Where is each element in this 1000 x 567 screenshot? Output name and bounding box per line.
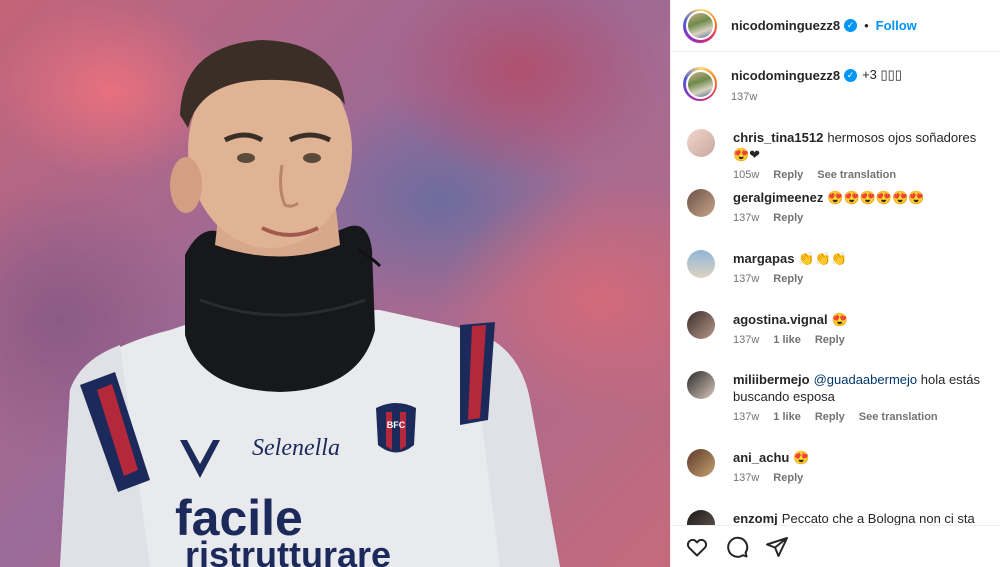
follow-button[interactable]: Follow (876, 18, 917, 33)
comment-text: 😍😍😍😍😍😍 (827, 190, 925, 205)
commenter-avatar[interactable] (687, 129, 715, 157)
like-count[interactable]: 1 like (773, 409, 801, 426)
author-avatar[interactable] (683, 8, 717, 43)
reply-button[interactable]: Reply (773, 210, 803, 227)
comment-item: ani_achu 😍 137w Reply (687, 449, 993, 487)
post-caption: nicodominguezz8 ✓ +3 ▯▯▯ 137w (683, 67, 902, 103)
commenter-avatar[interactable] (687, 449, 715, 477)
see-translation-button[interactable]: See translation (817, 167, 896, 184)
reply-button[interactable]: Reply (773, 271, 803, 288)
share-icon[interactable] (765, 535, 789, 559)
heart-icon[interactable] (685, 535, 709, 559)
sponsor-text: Selenella (252, 435, 340, 461)
comment-icon[interactable] (725, 535, 749, 559)
caption-avatar[interactable] (683, 67, 717, 101)
comment-time[interactable]: 137w (733, 409, 759, 426)
comment-username[interactable]: enzomj (733, 511, 778, 525)
caption-text: +3 ▯▯▯ (862, 67, 902, 82)
comment-text: 👏👏👏 (798, 251, 847, 266)
reply-button[interactable]: Reply (815, 332, 845, 349)
comment-username[interactable]: ani_achu (733, 450, 789, 465)
comment-item: enzomjPeccato che a Bologna non ci sta d… (687, 510, 993, 525)
commenter-avatar[interactable] (687, 510, 715, 525)
comment-time[interactable]: 137w (733, 271, 759, 288)
comments-list[interactable]: nicodominguezz8 ✓ +3 ▯▯▯ 137w chris_tina… (671, 53, 1000, 525)
post-actions-bar (671, 525, 1000, 567)
comment-item: chris_tina1512 hermosos ojos soñadores 😍❤… (687, 129, 993, 184)
front-print-line2: ristrutturare (185, 534, 391, 567)
reply-button[interactable]: Reply (773, 470, 803, 487)
reply-button[interactable]: Reply (773, 167, 803, 184)
caption-time[interactable]: 137w (731, 91, 757, 103)
commenter-avatar[interactable] (687, 311, 715, 339)
comment-time[interactable]: 137w (733, 210, 759, 227)
post-header: nicodominguezz8 ✓ • Follow (671, 0, 1000, 52)
separator-dot: • (864, 18, 869, 33)
comment-time[interactable]: 137w (733, 332, 759, 349)
author-username[interactable]: nicodominguezz8 (731, 18, 840, 33)
comment-time[interactable]: 105w (733, 167, 759, 184)
player-illustration: BFC Selenella facile ristrutturare (60, 40, 560, 567)
instagram-post-view: BFC Selenella facile ristrutturare nicod… (0, 0, 1000, 567)
comment-username[interactable]: geralgimeenez (733, 190, 823, 205)
see-translation-button[interactable]: See translation (859, 409, 938, 426)
commenter-avatar[interactable] (687, 371, 715, 399)
like-count[interactable]: 1 like (773, 332, 801, 349)
comment-time[interactable]: 137w (733, 470, 759, 487)
crest-text: BFC (387, 420, 406, 430)
reply-button[interactable]: Reply (815, 409, 845, 426)
commenter-avatar[interactable] (687, 189, 715, 217)
comment-item: agostina.vignal 😍 137w 1 like Reply (687, 311, 993, 349)
commenter-avatar[interactable] (687, 250, 715, 278)
verified-badge-icon: ✓ (844, 68, 858, 82)
comment-username[interactable]: agostina.vignal (733, 312, 828, 327)
comment-item: margapas 👏👏👏 137w Reply (687, 250, 993, 288)
comment-item: miliibermejo @guadaabermejo hola estás bu… (687, 371, 993, 426)
comment-text: 😍 (831, 312, 848, 327)
comment-mention[interactable]: @guadaabermejo (814, 372, 918, 387)
post-photo[interactable]: BFC Selenella facile ristrutturare (0, 0, 670, 567)
caption-username[interactable]: nicodominguezz8 (731, 68, 840, 83)
comment-item: geralgimeenez 😍😍😍😍😍😍 137w Reply (687, 189, 993, 227)
post-side-panel: nicodominguezz8 ✓ • Follow nicodominguez… (670, 0, 1000, 567)
verified-badge-icon: ✓ (844, 19, 858, 32)
comment-text: 😍 (793, 450, 810, 465)
comment-username[interactable]: miliibermejo (733, 372, 810, 387)
comment-username[interactable]: chris_tina1512 (733, 130, 823, 145)
comment-username[interactable]: margapas (733, 251, 794, 266)
